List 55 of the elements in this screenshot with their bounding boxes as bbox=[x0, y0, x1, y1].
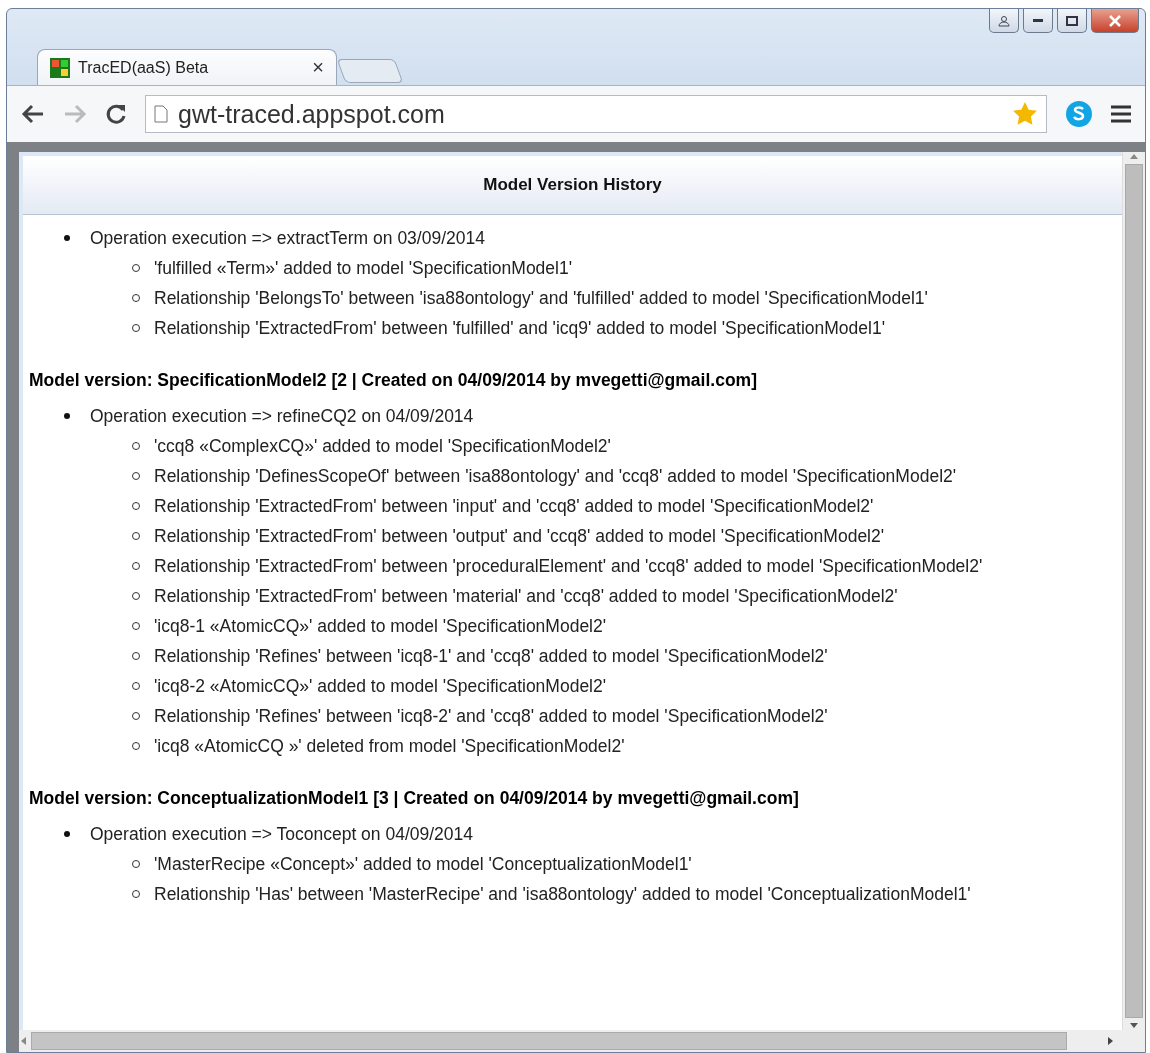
change-entry: Relationship 'DefinesScopeOf' between 'isa88ontology' and 'ccq8' added to model 'SpecificationModel2' bbox=[154, 466, 957, 486]
tab-title: TracED(aaS) Beta bbox=[78, 58, 210, 77]
change-entry: Relationship 'Has' between 'MasterRecipe' and 'isa88ontology' added to model 'ConceptualizationModel1' bbox=[154, 884, 971, 904]
bullet-icon bbox=[64, 831, 70, 837]
user-icon bbox=[998, 14, 1010, 27]
s-circle-icon bbox=[1065, 100, 1093, 128]
operation-entry: Operation execution => Toconcept on 04/09/2014 bbox=[90, 824, 474, 844]
change-entry: Relationship 'ExtractedFrom' between 'material' and 'ccq8' added to model 'SpecificationModel2' bbox=[154, 586, 898, 606]
horizontal-scrollbar[interactable] bbox=[19, 1030, 1145, 1052]
page-icon bbox=[154, 105, 168, 123]
change-entry: Relationship 'ExtractedFrom' between 'proceduralElement' and 'ccq8' added to model 'SpecificationModel2' bbox=[154, 556, 983, 576]
minimize-icon bbox=[1033, 18, 1043, 23]
tab-close-button[interactable]: × bbox=[312, 56, 324, 79]
app-logo-icon bbox=[50, 57, 70, 78]
change-entry: Relationship 'ExtractedFrom' between 'output' and 'ccq8' added to model 'SpecificationModel2' bbox=[154, 526, 885, 546]
menu-button[interactable] bbox=[1111, 104, 1131, 124]
scroll-right-icon bbox=[1107, 1036, 1115, 1046]
change-entry: 'icq8-1 «AtomicCQ»' added to model 'SpecificationModel2' bbox=[154, 616, 607, 636]
back-button[interactable] bbox=[21, 104, 45, 124]
close-window-button[interactable] bbox=[1091, 9, 1139, 33]
model-version-heading: Model version: SpecificationModel2 [2 | Created on 04/09/2014 by mvegetti@gmail.com] bbox=[29, 369, 758, 392]
scroll-up-icon bbox=[1129, 152, 1139, 160]
change-entry: 'ccq8 «ComplexCQ»' added to model 'SpecificationModel2' bbox=[154, 436, 611, 456]
scroll-left-icon bbox=[19, 1036, 27, 1046]
panel-title: Model Version History bbox=[483, 175, 662, 195]
minimize-button[interactable] bbox=[1023, 9, 1053, 33]
change-entry: Relationship 'Refines' between 'icq8-2' and 'ccq8' added to model 'SpecificationModel2' bbox=[154, 706, 828, 726]
browser-tab[interactable]: TracED(aaS) Beta × bbox=[37, 49, 337, 85]
change-entry: 'icq8 «AtomicCQ »' deleted from model 'SpecificationModel2' bbox=[154, 736, 625, 756]
user-button[interactable] bbox=[989, 9, 1019, 33]
change-entry: 'MasterRecipe «Concept»' added to model 'ConceptualizationModel1' bbox=[154, 854, 692, 874]
star-icon[interactable] bbox=[1012, 101, 1038, 127]
change-entry: 'icq8-2 «AtomicCQ»' added to model 'SpecificationModel2' bbox=[154, 676, 607, 696]
vertical-scrollbar[interactable] bbox=[1122, 152, 1145, 1030]
change-entry: 'fulfilled «Term»' added to model 'SpecificationModel1' bbox=[154, 258, 573, 278]
change-entry: Relationship 'ExtractedFrom' between 'input' and 'ccq8' added to model 'SpecificationModel2' bbox=[154, 496, 874, 516]
operation-entry: Operation execution => extractTerm on 03/09/2014 bbox=[90, 228, 485, 248]
maximize-icon bbox=[1066, 15, 1078, 26]
address-bar[interactable]: gwt-traced.appspot.com bbox=[145, 95, 1047, 133]
back-arrow-icon bbox=[21, 104, 45, 124]
reload-icon bbox=[105, 103, 127, 125]
operation-entry: Operation execution => refineCQ2 on 04/09/2014 bbox=[90, 406, 474, 426]
change-entry: Relationship 'Refines' between 'icq8-1' and 'ccq8' added to model 'SpecificationModel2' bbox=[154, 646, 828, 666]
forward-arrow-icon bbox=[63, 104, 87, 124]
change-entry: Relationship 'BelongsTo' between 'isa88ontology' and 'fulfilled' added to model 'SpecificationModel1' bbox=[154, 288, 928, 308]
menu-icon bbox=[1111, 104, 1131, 124]
reload-button[interactable] bbox=[105, 103, 127, 125]
maximize-button[interactable] bbox=[1057, 9, 1087, 33]
model-version-heading: Model version: ConceptualizationModel1 [3 | Created on 04/09/2014 by mvegetti@gmail.com] bbox=[29, 787, 800, 810]
skype-button[interactable] bbox=[1065, 100, 1093, 128]
bullet-icon bbox=[64, 413, 70, 419]
bullet-icon bbox=[64, 235, 70, 241]
change-entry: Relationship 'ExtractedFrom' between 'fulfilled' and 'icq9' added to model 'SpecificationModel1' bbox=[154, 318, 886, 338]
close-icon bbox=[1109, 14, 1121, 27]
new-tab-button[interactable] bbox=[336, 59, 404, 83]
